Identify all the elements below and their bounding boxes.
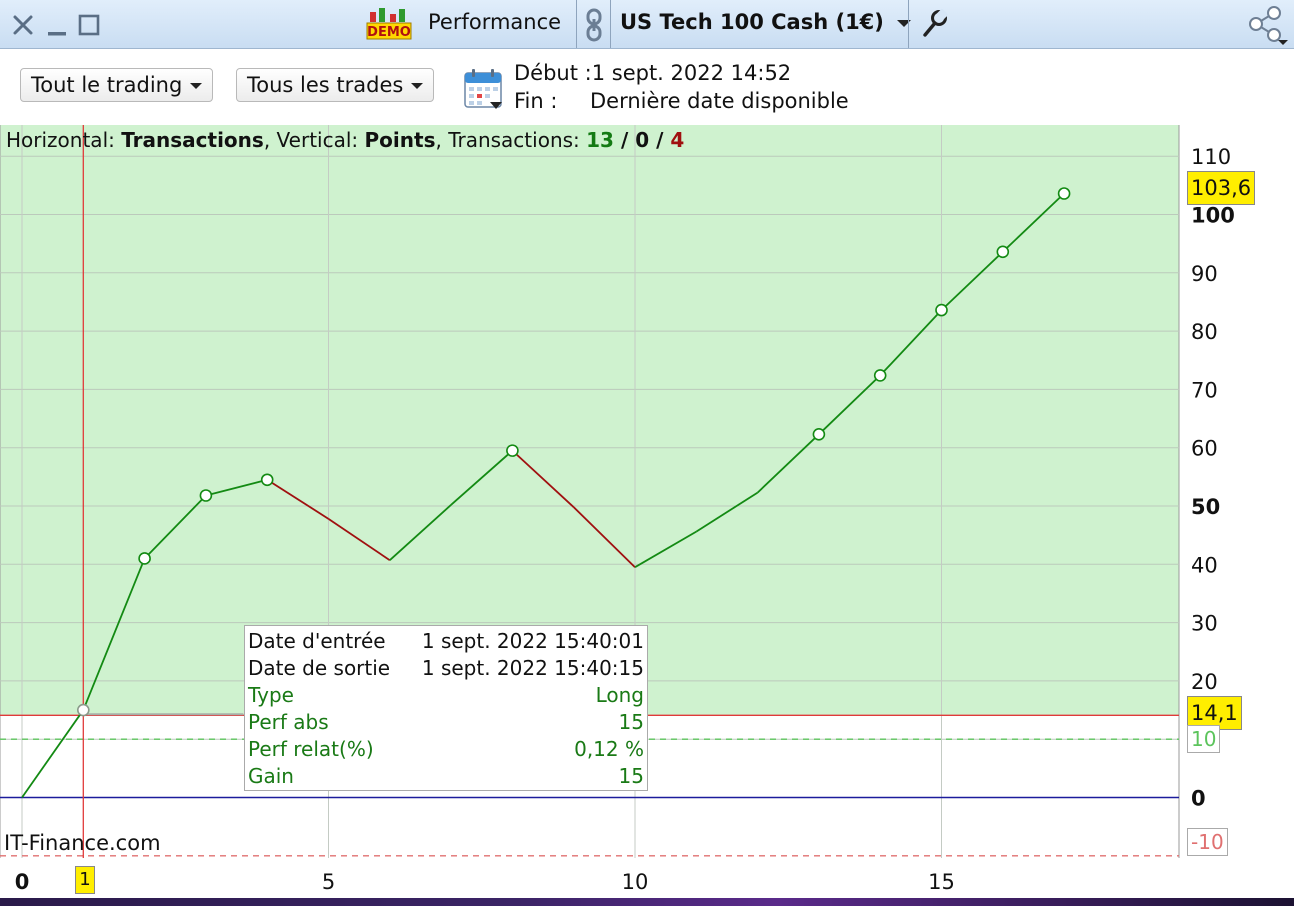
y-tick-label: 50 — [1191, 495, 1220, 519]
minimize-icon[interactable] — [46, 12, 68, 38]
end-label: Fin : — [514, 89, 558, 113]
tooltip-row: Perf relat(%) 0,12 % — [248, 736, 644, 763]
tooltip-key: Perf abs — [248, 710, 329, 734]
data-point — [873, 369, 887, 382]
y-tick-label: 100 — [1191, 204, 1235, 228]
y-tick-label: 40 — [1191, 553, 1218, 577]
neutral-count: 0 — [635, 128, 650, 152]
tooltip-value: 1 sept. 2022 15:40:01 — [421, 629, 644, 653]
tooltip-value: 0,12 % — [574, 737, 644, 761]
data-point — [199, 489, 213, 502]
tooltip-value: 15 — [618, 764, 644, 788]
trades-dropdown[interactable]: Tous les trades — [236, 68, 435, 102]
link-icon[interactable] — [582, 7, 606, 43]
demo-badge-text: DEMO — [367, 25, 411, 40]
tooltip-key: Type — [248, 683, 294, 707]
title-bar: DEMO Performance US Tech 100 Cash (1€) — [0, 0, 1294, 49]
toolbar: Tout le trading Tous les trades Début :1… — [0, 49, 1294, 125]
share-icon[interactable] — [1246, 4, 1290, 46]
caret-down-icon — [411, 83, 424, 89]
trades-dropdown-label: Tous les trades — [247, 73, 404, 97]
start-value: 1 sept. 2022 14:52 — [591, 61, 792, 85]
y-tick-label: 110 — [1191, 145, 1231, 169]
data-point — [77, 703, 90, 717]
tooltip-row: Type Long — [248, 682, 644, 709]
winning-count: 13 — [586, 128, 614, 152]
upper-level-badge: 10 — [1187, 725, 1221, 753]
tooltip-row: Gain 15 — [248, 763, 644, 790]
tooltip-row: Date de sortie 1 sept. 2022 15:40:15 — [248, 655, 644, 682]
separator — [576, 0, 577, 48]
tooltip-row: Perf abs 15 — [248, 709, 644, 736]
last-value-badge: 103,6 — [1187, 171, 1256, 205]
tooltip-key: Date d'entrée — [248, 629, 386, 653]
x-tick-label: 0 — [15, 870, 30, 894]
lower-level-badge: -10 — [1187, 828, 1228, 856]
scope-dropdown[interactable]: Tout le trading — [20, 68, 214, 102]
performance-title: Performance — [428, 10, 562, 34]
y-tick-label: 60 — [1191, 437, 1218, 461]
wrench-icon[interactable] — [918, 8, 950, 40]
close-icon[interactable] — [10, 12, 36, 38]
count-separator: / — [613, 128, 636, 152]
x-tick-label: 15 — [928, 870, 955, 894]
data-point — [138, 552, 151, 565]
y-tick-label: 30 — [1191, 612, 1218, 636]
maximize-icon[interactable] — [77, 12, 101, 38]
y-tick-label: 80 — [1191, 320, 1218, 344]
watermark-text: IT-Finance.com — [4, 831, 161, 855]
caret-down-icon — [190, 83, 203, 89]
calendar-icon[interactable] — [462, 68, 506, 112]
tooltip-row: Date d'entrée 1 sept. 2022 15:40:01 — [248, 628, 644, 655]
scope-dropdown-label: Tout le trading — [31, 73, 183, 97]
start-date-row: Début :1 sept. 2022 14:52 — [514, 61, 791, 85]
separator — [908, 0, 909, 48]
y-tick-label: 70 — [1191, 378, 1218, 402]
y-tick-label: 20 — [1191, 670, 1218, 694]
data-point — [812, 427, 826, 441]
x-tick-label: 10 — [622, 870, 649, 894]
chevron-down-icon — [897, 19, 912, 27]
count-separator: / — [649, 128, 671, 152]
losing-count: 4 — [670, 128, 685, 152]
data-point — [506, 444, 519, 457]
transactions-label: , Transactions: — [435, 128, 587, 152]
data-point — [260, 473, 274, 487]
trade-tooltip: Date d'entrée 1 sept. 2022 15:40:01 Date … — [244, 625, 648, 791]
cursor-x-badge: 1 — [75, 866, 95, 894]
y-tick-label: 0 — [1191, 787, 1206, 811]
horizontal-value: Transactions — [121, 128, 264, 152]
data-point — [1057, 187, 1071, 200]
start-label: Début : — [514, 61, 592, 85]
x-tick-label: 5 — [322, 870, 335, 894]
data-point — [996, 245, 1010, 259]
window-bottom-strip — [0, 898, 1294, 906]
vertical-label: , Vertical: — [263, 128, 365, 152]
demo-icon: DEMO — [366, 6, 412, 42]
tooltip-key: Perf relat(%) — [248, 737, 374, 761]
y-tick-label: 90 — [1191, 262, 1218, 286]
performance-chart[interactable]: 0 20 30 40 50 60 70 80 90 100 110 0 5 10 15 Horizontal… — [0, 125, 1294, 906]
instrument-selector[interactable]: US Tech 100 Cash (1€) — [620, 10, 912, 34]
tooltip-value: Long — [595, 683, 644, 707]
separator — [610, 0, 611, 48]
tooltip-value: 1 sept. 2022 15:40:15 — [421, 656, 644, 680]
end-date-row: Fin : Dernière date disponible — [514, 89, 849, 113]
vertical-value: Points — [364, 128, 436, 152]
tooltip-value: 15 — [618, 710, 644, 734]
tooltip-key: Date de sortie — [248, 656, 391, 680]
chart-header: Horizontal: Transactions, Vertical: Poin… — [6, 128, 684, 152]
tooltip-key: Gain — [248, 764, 294, 788]
data-point — [935, 303, 948, 317]
horizontal-label: Horizontal: — [6, 128, 122, 152]
instrument-name: US Tech 100 Cash (1€) — [620, 10, 884, 34]
end-value: Dernière date disponible — [590, 89, 849, 113]
